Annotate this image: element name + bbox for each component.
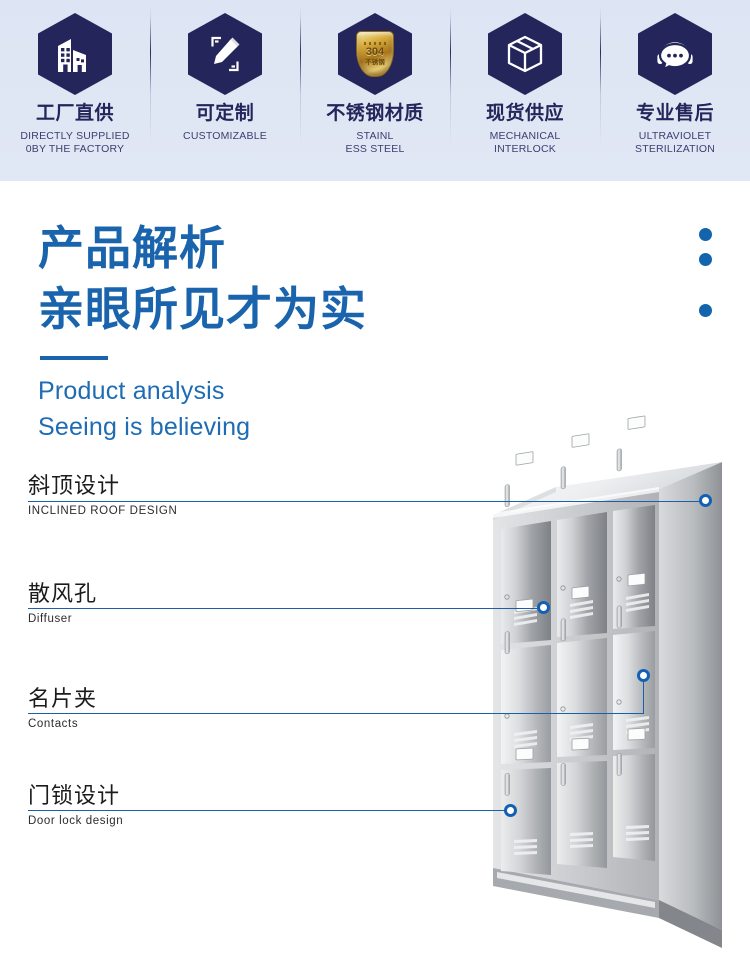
callout-label-cn: 散风孔 — [28, 581, 98, 606]
callout-line-3 — [28, 713, 644, 714]
callout-line-4 — [28, 810, 511, 811]
shield-number: 304 — [365, 45, 385, 58]
callout-label-en: INCLINED ROOF DESIGN — [28, 505, 178, 518]
callout-marker-1 — [699, 494, 712, 507]
callout-label-en: Door lock design — [28, 815, 124, 828]
callout-line-1 — [28, 501, 706, 502]
callout-label-cn: 名片夹 — [28, 686, 98, 711]
callout-label-cn: 斜顶设计 — [28, 473, 121, 498]
callout-label-cn: 门锁设计 — [28, 783, 121, 808]
callout-marker-2 — [537, 601, 550, 614]
callout-line-2 — [28, 608, 544, 609]
callout-diffuser: 散风孔 Diffuser — [28, 581, 97, 625]
callout-door-lock: 门锁设计 Door lock design — [28, 783, 123, 827]
callout-label-en: Diffuser — [28, 613, 73, 626]
callout-label-en: Contacts — [28, 718, 79, 731]
shield-graphic: 304 不锈钢 — [356, 31, 394, 77]
shield-sublabel: 不锈钢 — [365, 58, 385, 66]
callout-line-3-vertical — [643, 681, 644, 714]
callout-marker-4 — [504, 804, 517, 817]
callout-inclined-roof: 斜顶设计 INCLINED ROOF DESIGN — [28, 473, 177, 517]
callout-marker-3 — [637, 669, 650, 682]
callout-contacts: 名片夹 Contacts — [28, 686, 97, 730]
